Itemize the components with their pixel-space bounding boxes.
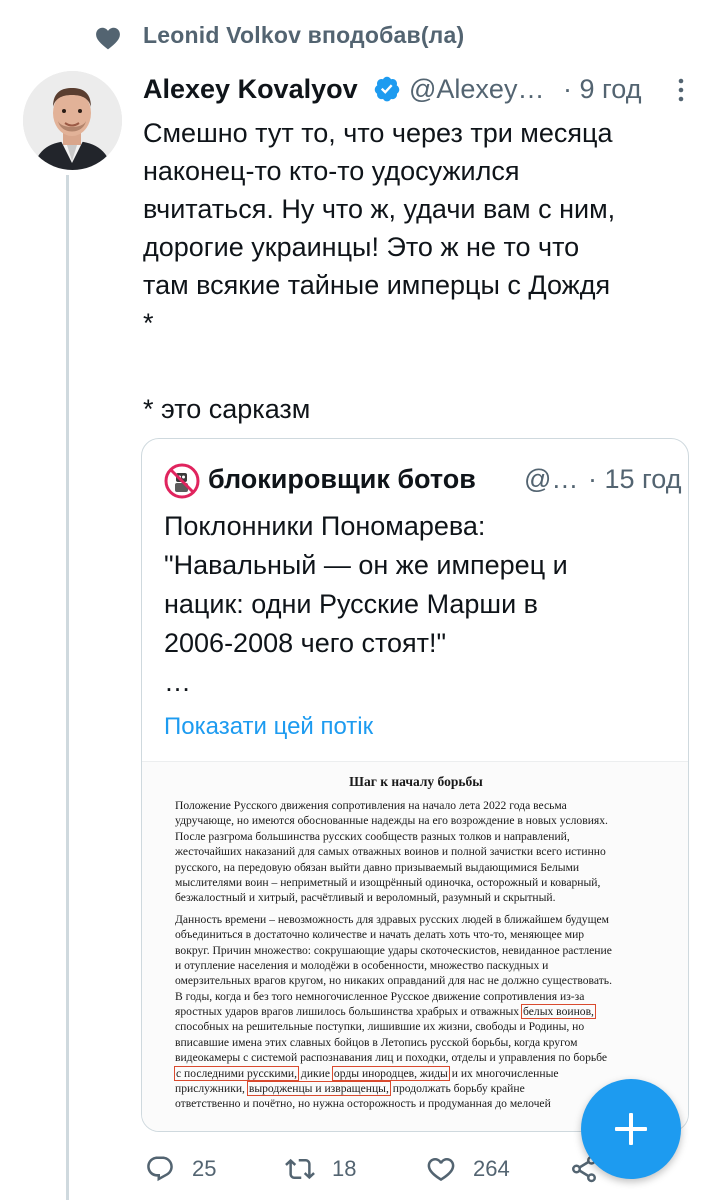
tweet-timestamp[interactable]: · 9 год bbox=[563, 74, 641, 105]
attached-document-image[interactable]: Шаг к началу борьбы Положение Русского д… bbox=[142, 761, 688, 1131]
more-icon[interactable] bbox=[676, 76, 686, 104]
document-paragraph: Положение Русского движения сопротивлени… bbox=[175, 798, 659, 906]
document-body: Положение Русского движения сопротивлени… bbox=[173, 798, 659, 1118]
avatar-photo bbox=[23, 71, 122, 170]
document-paragraph: Данность времени – невозможность для здр… bbox=[173, 912, 659, 1112]
tweet-text-line: * bbox=[143, 308, 154, 338]
document-line: яростных ударов врагов лишилось большинс… bbox=[175, 1004, 659, 1020]
tweet-text-line: * это сарказм bbox=[143, 394, 311, 424]
document-title: Шаг к началу борьбы bbox=[349, 774, 483, 789]
quote-author-name: блокировщик ботов bbox=[208, 464, 476, 494]
tweet-text-line bbox=[143, 342, 703, 380]
quote-text-line: нацик: одни Русские Марши в bbox=[164, 589, 538, 619]
quote-text: Поклонники Пономарева: "Навальный — он ж… bbox=[164, 507, 684, 702]
quote-author-row: блокировщик ботов @… · 15 год bbox=[164, 463, 684, 499]
tweet-text-line: дорогие украинцы! Это ж не то что bbox=[143, 232, 580, 262]
tweet-author-row[interactable]: Alexey Kovalyov @Alexey… · 9 год bbox=[143, 72, 703, 108]
like-icon bbox=[427, 1158, 455, 1181]
document-line: русского, на передовую обязан выйти давн… bbox=[175, 860, 580, 874]
document-line: жесточайших наказаний для самых отважных… bbox=[175, 845, 606, 859]
document-line: прислужники, выродженцы и извращенцы, пр… bbox=[175, 1081, 659, 1097]
avatar[interactable] bbox=[23, 71, 122, 170]
author-handle[interactable]: @Alexey… bbox=[409, 74, 544, 105]
tweet-text-line: там всякие тайные имперцы с Дождя bbox=[143, 270, 611, 300]
quote-author-handle: @… bbox=[524, 464, 579, 494]
quoted-tweet-card[interactable]: блокировщик ботов @… · 15 год Поклонники… bbox=[141, 438, 689, 1132]
highlight-box: орды инородцев, жиды bbox=[331, 1065, 450, 1081]
reply-count: 25 bbox=[192, 1156, 217, 1181]
highlight-box: выродженцы и извращенцы, bbox=[246, 1081, 391, 1097]
tweet-text-line: Смешно тут то, что через три месяца bbox=[143, 118, 613, 148]
no-bots-icon bbox=[164, 463, 200, 499]
document-line-text: и их многочисленные bbox=[451, 1066, 559, 1080]
document-line: омерзительных врагов кругом, но никаких … bbox=[175, 974, 612, 988]
document-line: и отупление населения и молодёжи в особе… bbox=[175, 958, 549, 972]
quote-text-line: … bbox=[164, 667, 191, 697]
compose-plus-icon bbox=[615, 1113, 647, 1145]
heart-icon bbox=[96, 27, 120, 50]
document-line: После разгрома большинства русских сообщ… bbox=[175, 829, 570, 843]
show-thread-link[interactable]: Показати цей потік bbox=[164, 713, 373, 741]
document-line: вокруг. Причин множество: сокрушающие уд… bbox=[175, 943, 612, 957]
document-line: мыслителями воин – неприметный и изощрён… bbox=[175, 875, 601, 889]
like-count: 264 bbox=[473, 1156, 510, 1181]
document-line-text: прислужники, bbox=[175, 1082, 245, 1096]
document-line: объединиться в достаточно количестве и н… bbox=[175, 928, 585, 942]
thread-connector-line bbox=[66, 175, 69, 1200]
tweet-text: Смешно тут то, что через три месяца нако… bbox=[143, 114, 703, 428]
highlight-box: белых воинов, bbox=[521, 1004, 596, 1020]
document-line-text: дикие bbox=[300, 1066, 331, 1080]
verified-icon bbox=[374, 76, 400, 102]
highlight-box: с последними русскими, bbox=[173, 1065, 300, 1081]
liked-by-text: Leonid Volkov вподобав(ла) bbox=[143, 22, 465, 48]
quote-text-line: 2006-2008 чего стоят!" bbox=[164, 628, 447, 658]
compose-button[interactable] bbox=[581, 1079, 681, 1179]
quote-timestamp: · 15 год bbox=[588, 464, 682, 494]
document-line: видеокамеры с системой распознавания лиц… bbox=[175, 1051, 608, 1065]
tweet-text-line: вчитаться. Ну что ж, удачи вам с ним, bbox=[143, 194, 616, 224]
quote-text-line: Поклонники Пономарева: bbox=[164, 511, 486, 541]
document-line: с последними русскими, дикие орды инород… bbox=[173, 1065, 659, 1081]
retweet-icon bbox=[285, 1158, 315, 1180]
tweet-text-line: наконец-то кто-то удосужился bbox=[143, 156, 520, 186]
document-line: удручающе, но имеются обоснованные надеж… bbox=[175, 814, 608, 828]
document-line: способных на решительные поступки, лишив… bbox=[175, 1020, 585, 1034]
document-line-text: яростных ударов врагов лишилось большинс… bbox=[175, 1005, 520, 1019]
document-line: В годы, когда и без того немногочисленно… bbox=[175, 989, 585, 1003]
document-line-text: продолжать борьбу крайне bbox=[392, 1082, 525, 1096]
social-context-row[interactable]: Leonid Volkov вподобав(ла) bbox=[0, 0, 711, 70]
author-name[interactable]: Alexey Kovalyov bbox=[143, 74, 358, 105]
retweet-count: 18 bbox=[332, 1156, 357, 1181]
document-line: Положение Русского движения сопротивлени… bbox=[175, 799, 567, 812]
quote-text-line: "Навальный — он же имперец и bbox=[164, 550, 568, 580]
document-line: Данность времени – невозможность для здр… bbox=[175, 912, 609, 926]
reply-icon bbox=[147, 1156, 173, 1182]
document-line: безжалостный и хитрый, расчётливый и вер… bbox=[175, 891, 556, 905]
document-line: вписавшие имена этих славных бойцов в Ле… bbox=[175, 1035, 578, 1049]
